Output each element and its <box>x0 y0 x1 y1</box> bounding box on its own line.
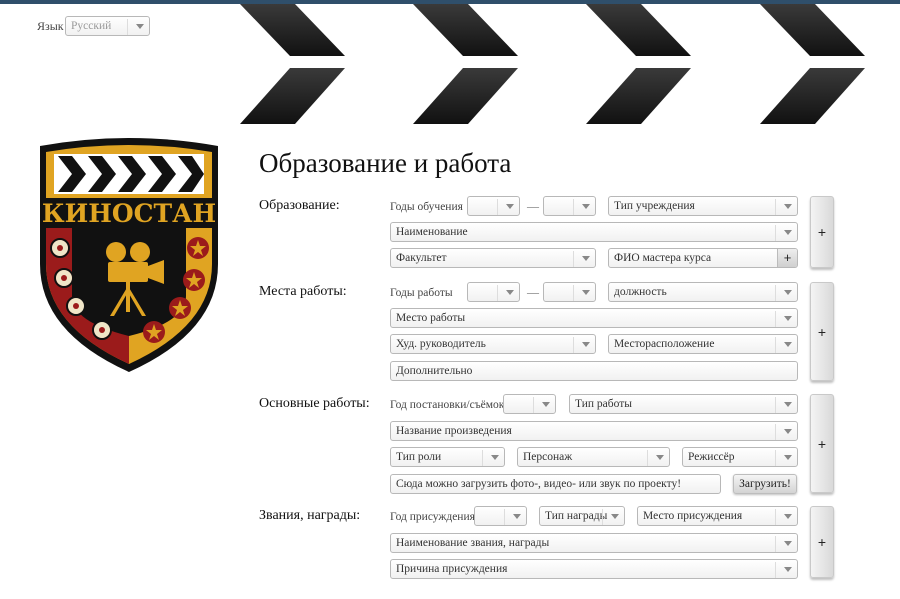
award-year-select[interactable] <box>474 506 527 526</box>
clapperboard-banner <box>240 4 865 124</box>
chevron-down-icon <box>482 450 499 466</box>
chevron-down-icon <box>602 509 619 525</box>
upload-button[interactable]: Загрузить! <box>733 474 797 494</box>
work-years-label: Годы работы <box>390 287 453 299</box>
chevron-down-icon <box>573 251 590 267</box>
chevron-down-icon <box>775 450 792 466</box>
chevron-down-icon <box>127 19 144 35</box>
dash: — <box>527 199 539 213</box>
workplace-select[interactable]: Место работы <box>390 308 798 328</box>
chevron-down-icon <box>775 397 792 413</box>
language-label: Язык <box>37 19 64 33</box>
chevron-down-icon <box>775 562 792 578</box>
work-year-from-select[interactable] <box>467 282 520 302</box>
master-name-field[interactable]: ФИО мастера курса + <box>608 248 798 268</box>
faculty-select[interactable]: Факультет <box>390 248 596 268</box>
add-master-button[interactable]: + <box>777 249 797 267</box>
education-year-to-select[interactable] <box>543 196 596 216</box>
institution-type-select[interactable]: Тип учреждения <box>608 196 798 216</box>
chevron-down-icon <box>775 311 792 327</box>
chevron-down-icon <box>775 337 792 353</box>
kinostan-logo: КИНОСТАН <box>40 138 218 372</box>
add-award-button[interactable]: + <box>810 506 834 578</box>
chevron-down-icon <box>573 337 590 353</box>
chevron-down-icon <box>775 424 792 440</box>
chevron-down-icon <box>775 509 792 525</box>
language-select[interactable]: Русский <box>65 16 150 36</box>
upload-field[interactable]: Сюда можно загрузить фото-, видео- или з… <box>390 474 721 494</box>
chevron-down-icon <box>775 225 792 241</box>
chevron-down-icon <box>497 199 514 215</box>
work-year-to-select[interactable] <box>543 282 596 302</box>
awards-label: Звания, награды: <box>259 508 361 523</box>
chevron-down-icon <box>533 397 550 413</box>
project-year-select[interactable] <box>503 394 556 414</box>
project-year-label: Год постановки/съёмок <box>390 399 505 411</box>
award-reason-select[interactable]: Причина присуждения <box>390 559 798 579</box>
chevron-down-icon <box>504 509 521 525</box>
character-select[interactable]: Персонаж <box>517 447 670 467</box>
chevron-icon <box>240 4 345 124</box>
chevron-down-icon <box>775 285 792 301</box>
chevron-down-icon <box>573 285 590 301</box>
location-select[interactable]: Месторасположение <box>608 334 798 354</box>
award-type-select[interactable]: Тип награды <box>539 506 625 526</box>
logo-text: КИНОСТАН <box>42 199 216 228</box>
chevron-down-icon <box>775 199 792 215</box>
chevron-down-icon <box>573 199 590 215</box>
add-work-button[interactable]: + <box>810 282 834 381</box>
chevron-down-icon <box>647 450 664 466</box>
chevron-icon <box>413 4 518 124</box>
award-year-label: Год присуждения <box>390 511 475 523</box>
award-place-select[interactable]: Место присуждения <box>637 506 798 526</box>
institution-name-select[interactable]: Наименование <box>390 222 798 242</box>
position-select[interactable]: должность <box>608 282 798 302</box>
additional-field[interactable]: Дополнительно <box>390 361 798 381</box>
add-project-button[interactable]: + <box>810 394 834 493</box>
work-title-select[interactable]: Название произведения <box>390 421 798 441</box>
director-select[interactable]: Режиссёр <box>682 447 798 467</box>
education-year-from-select[interactable] <box>467 196 520 216</box>
chevron-down-icon <box>497 285 514 301</box>
chevron-down-icon <box>775 536 792 552</box>
page-title: Образование и работа <box>259 148 512 178</box>
add-education-button[interactable]: + <box>810 196 834 268</box>
award-name-select[interactable]: Наименование звания, награды <box>390 533 798 553</box>
role-type-select[interactable]: Тип роли <box>390 447 505 467</box>
dash: — <box>527 285 539 299</box>
art-director-select[interactable]: Худ. руководитель <box>390 334 596 354</box>
chevron-icon <box>760 4 865 124</box>
language-value: Русский <box>71 20 112 32</box>
work-label: Места работы: <box>259 284 347 299</box>
education-years-label: Годы обучения <box>390 201 463 213</box>
projects-label: Основные работы: <box>259 396 370 411</box>
education-label: Образование: <box>259 198 340 213</box>
work-type-select[interactable]: Тип работы <box>569 394 798 414</box>
chevron-icon <box>586 4 691 124</box>
